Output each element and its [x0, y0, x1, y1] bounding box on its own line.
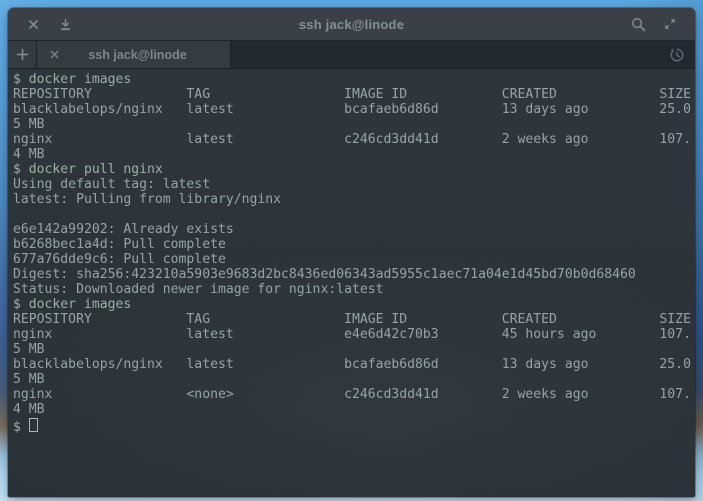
terminal-line: REPOSITORY TAG IMAGE ID CREATED SIZE [13, 87, 695, 102]
history-icon [669, 47, 685, 63]
terminal-line: $ [13, 417, 695, 432]
terminal-line: 5 MB [13, 342, 695, 357]
terminal-line: Digest: sha256:423210a5903e9683d2bc8436e… [13, 267, 695, 282]
terminal-cursor [29, 418, 38, 432]
new-tab-button[interactable] [8, 41, 37, 68]
tabbar-spacer [231, 41, 695, 68]
terminal-line: 677a76dde9c6: Pull complete [13, 252, 695, 267]
expand-icon [663, 17, 677, 31]
terminal-line: e6e142a99202: Already exists [13, 222, 695, 237]
terminal-window: ssh jack@linode [8, 8, 695, 497]
terminal-line: nginx <none> c246cd3dd41d 2 weeks ago 10… [13, 387, 695, 402]
terminal-line: Using default tag: latest [13, 177, 695, 192]
terminal-line: Status: Downloaded newer image for nginx… [13, 282, 695, 297]
terminal-line: $ docker images [13, 297, 695, 312]
terminal-line: b6268bec1a4d: Pull complete [13, 237, 695, 252]
download-icon [59, 18, 72, 31]
terminal-line [13, 207, 695, 222]
history-button[interactable] [667, 45, 687, 65]
terminal-line: 4 MB [13, 402, 695, 417]
close-icon [28, 19, 39, 30]
search-button[interactable] [625, 11, 651, 37]
terminal-line: blacklabelops/nginx latest bcafaeb6d86d … [13, 357, 695, 372]
expand-button[interactable] [657, 11, 683, 37]
terminal-screen[interactable]: $ docker imagesREPOSITORY TAG IMAGE ID C… [8, 69, 695, 497]
tab-close-button[interactable] [45, 46, 63, 64]
terminal-line: $ docker pull nginx [13, 162, 695, 177]
terminal-line: latest: Pulling from library/nginx [13, 192, 695, 207]
terminal-line: 5 MB [13, 117, 695, 132]
titlebar: ssh jack@linode [8, 8, 695, 41]
terminal-line: nginx latest e4e6d42c70b3 45 hours ago 1… [13, 327, 695, 342]
terminal-line: 4 MB [13, 147, 695, 162]
terminal-line: blacklabelops/nginx latest bcafaeb6d86d … [13, 102, 695, 117]
download-button[interactable] [52, 11, 78, 37]
close-icon [50, 50, 59, 59]
tab-label: ssh jack@linode [63, 48, 222, 62]
tabbar: ssh jack@linode [8, 41, 695, 69]
terminal-line: REPOSITORY TAG IMAGE ID CREATED SIZE [13, 312, 695, 327]
tab-ssh-session[interactable]: ssh jack@linode [37, 41, 231, 68]
terminal-line: nginx latest c246cd3dd41d 2 weeks ago 10… [13, 132, 695, 147]
terminal-line: 5 MB [13, 372, 695, 387]
window-title: ssh jack@linode [78, 17, 625, 32]
plus-icon [16, 48, 29, 61]
close-button[interactable] [20, 11, 46, 37]
search-icon [631, 17, 646, 32]
terminal-line: $ docker images [13, 72, 695, 87]
